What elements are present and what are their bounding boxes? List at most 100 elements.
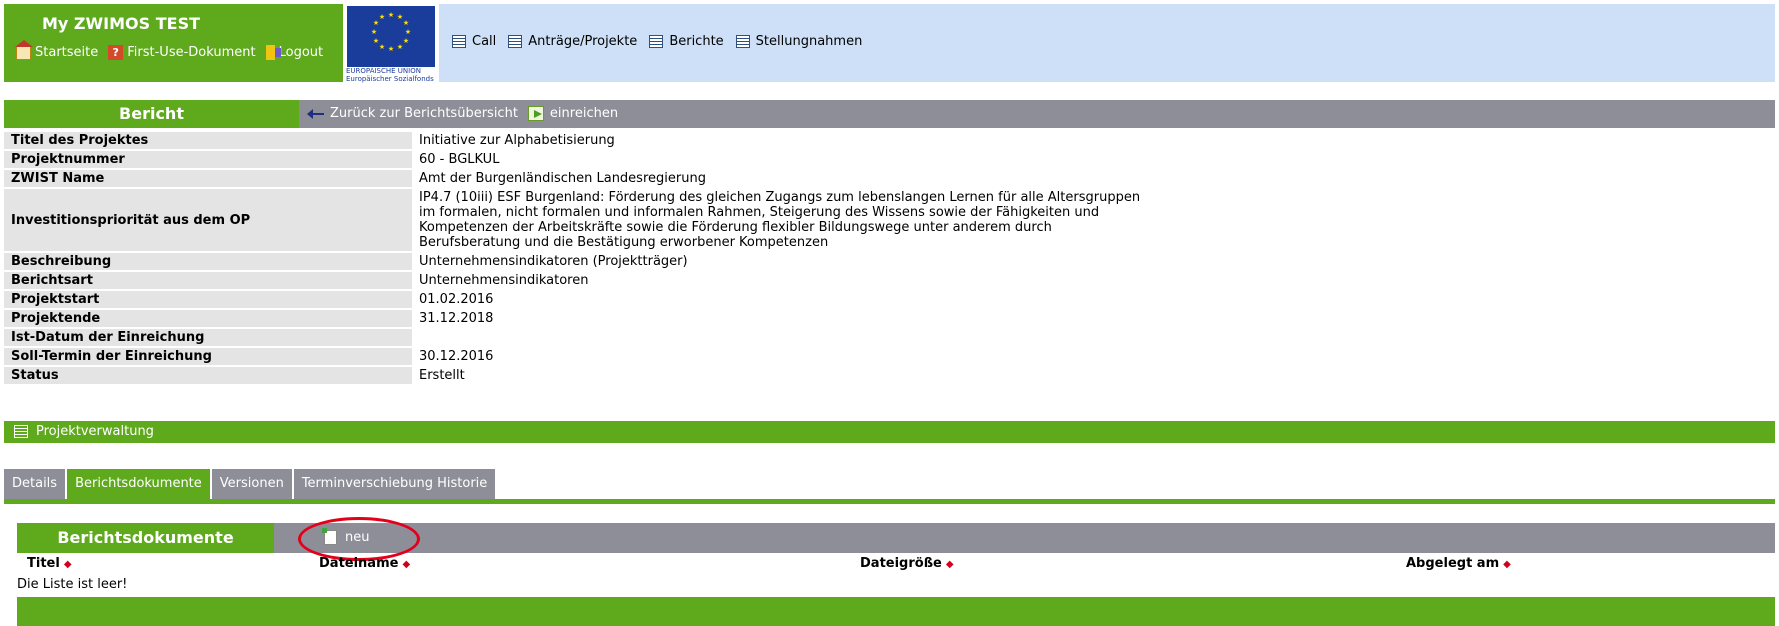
startseite-label: Startseite (35, 45, 99, 60)
svg-text:★: ★ (388, 45, 394, 53)
bericht-actions-bar: Zurück zur Berichtsübersicht einreichen (299, 100, 1775, 128)
info-key: Soll-Termin der Einreichung (4, 348, 412, 365)
menu-item-antraege-label: Anträge/Projekte (528, 34, 638, 49)
menu-item-berichte[interactable]: Berichte (649, 34, 724, 49)
back-label: Zurück zur Berichtsübersicht (330, 106, 518, 121)
info-value: 31.12.2018 (412, 310, 1775, 327)
menu-item-stellungnahmen-label: Stellungnahmen (755, 34, 863, 49)
info-value: IP4.7 (10iii) ESF Burgenland: Förderung … (412, 189, 1775, 251)
info-key: Berichtsart (4, 272, 412, 289)
info-key: Status (4, 367, 412, 384)
svg-text:★: ★ (403, 37, 409, 45)
documents-table-header: Titel ◆ Dateiname ◆ Dateigröße ◆ Abgelegt a… (17, 556, 1775, 574)
info-row: Beschreibung Unternehmensindikatoren (Pr… (4, 253, 1775, 270)
info-key: Projektnummer (4, 151, 412, 168)
tab-versionen[interactable]: Versionen (211, 469, 292, 499)
tab-underline (4, 499, 1775, 504)
svg-text:★: ★ (405, 28, 411, 36)
section-title-bericht: Bericht (4, 100, 299, 128)
info-key: ZWIST Name (4, 170, 412, 187)
submit-icon (527, 106, 544, 121)
info-row: Projektstart 01.02.2016 (4, 291, 1775, 308)
svg-text:★: ★ (397, 43, 403, 51)
info-value (412, 329, 1775, 346)
info-value: 30.12.2016 (412, 348, 1775, 365)
home-icon (15, 40, 33, 60)
info-value: Unternehmensindikatoren (412, 272, 1775, 289)
documents-footer-bar (17, 597, 1775, 626)
logout-link[interactable]: Logout (265, 45, 324, 60)
eu-union-label: EUROPÄISCHE UNION (346, 67, 421, 75)
info-key: Projektstart (4, 291, 412, 308)
submit-report-link[interactable]: einreichen (527, 106, 619, 121)
column-label: Abgelegt am (1406, 556, 1500, 571)
help-icon: ? (108, 45, 124, 60)
info-value: Unternehmensindikatoren (Projektträger) (412, 253, 1775, 270)
column-label: Titel (27, 556, 60, 571)
eu-logo: ★ ★ ★ ★ ★ ★ ★ ★ ★ ★ ★ ★ EUROPÄISCHE UNION Europä… (343, 4, 439, 83)
arrow-left-icon (307, 108, 324, 119)
info-value: 60 - BGLKUL (412, 151, 1775, 168)
svg-text:★: ★ (379, 13, 385, 21)
sort-icon: ◆ (1503, 559, 1511, 570)
eu-flag-icon: ★ ★ ★ ★ ★ ★ ★ ★ ★ ★ ★ ★ (347, 6, 435, 67)
app-title: My ZWIMOS TEST (41, 14, 201, 33)
svg-text:★: ★ (388, 11, 394, 19)
list-icon (508, 35, 523, 48)
info-row: Investitionspriorität aus dem OP IP4.7 (… (4, 189, 1775, 251)
info-row: Ist-Datum der Einreichung (4, 329, 1775, 346)
svg-text:★: ★ (371, 28, 377, 36)
menu-item-call[interactable]: Call (452, 34, 496, 49)
info-row: Status Erstellt (4, 367, 1775, 384)
startseite-link[interactable]: Startseite (15, 40, 99, 60)
sort-icon: ◆ (945, 559, 954, 570)
list-icon (14, 425, 28, 438)
documents-section-title: Berichtsdokumente (17, 523, 274, 553)
info-value: Initiative zur Alphabetisierung (412, 132, 1775, 149)
menu-item-berichte-label: Berichte (669, 34, 724, 49)
info-key: Investitionspriorität aus dem OP (4, 189, 412, 251)
info-row: Soll-Termin der Einreichung 30.12.2016 (4, 348, 1775, 365)
info-value: Erstellt (412, 367, 1775, 384)
tab-terminverschiebung-historie[interactable]: Terminverschiebung Historie (293, 469, 496, 499)
sort-icon: ◆ (63, 559, 72, 570)
logout-icon (265, 45, 281, 60)
column-header-abgelegt-am[interactable]: Abgelegt am ◆ (1406, 556, 1511, 571)
info-row: Berichtsart Unternehmensindikatoren (4, 272, 1775, 289)
info-row: Projektende 31.12.2018 (4, 310, 1775, 327)
svg-text:★: ★ (403, 19, 409, 27)
back-to-report-overview-link[interactable]: Zurück zur Berichtsübersicht (307, 106, 518, 121)
column-header-dateigroesse[interactable]: Dateigröße ◆ (860, 556, 954, 571)
info-value: 01.02.2016 (412, 291, 1775, 308)
list-icon (649, 35, 664, 48)
eu-fund-label: Europäischer Sozialfonds (346, 75, 434, 83)
first-use-document-label: First-Use-Dokument (127, 45, 256, 60)
empty-list-message: Die Liste ist leer! (17, 577, 128, 592)
info-key: Projektende (4, 310, 412, 327)
tab-details[interactable]: Details (4, 469, 66, 499)
column-label: Dateiname (319, 556, 399, 571)
main-menu-bar: Call Anträge/Projekte Berichte Stellungn… (439, 4, 1775, 82)
eu-logo-text: EUROPÄISCHE UNION Europäischer Sozialfon… (346, 67, 434, 83)
svg-text:★: ★ (379, 43, 385, 51)
documents-actions-bar: neu (274, 523, 1775, 553)
highlight-circle (298, 517, 420, 561)
first-use-document-link[interactable]: ? First-Use-Dokument (108, 45, 256, 60)
projektverwaltung-label: Projektverwaltung (36, 424, 154, 439)
info-row: Projektnummer 60 - BGLKUL (4, 151, 1775, 168)
report-info-table: Titel des Projektes Initiative zur Alpha… (4, 130, 1775, 386)
column-header-dateiname[interactable]: Dateiname ◆ (319, 556, 410, 571)
app-header-brand: My ZWIMOS TEST Startseite ? First-Use-Do… (4, 4, 343, 82)
logout-label: Logout (278, 45, 324, 60)
column-label: Dateigröße (860, 556, 942, 571)
projektverwaltung-link[interactable]: Projektverwaltung (14, 424, 154, 439)
submit-label: einreichen (549, 106, 619, 121)
sort-icon: ◆ (402, 559, 411, 570)
projektverwaltung-bar: Projektverwaltung (4, 421, 1775, 443)
menu-item-stellungnahmen[interactable]: Stellungnahmen (735, 34, 863, 49)
tab-berichtsdokumente[interactable]: Berichtsdokumente (67, 469, 210, 499)
report-tabs: Details Berichtsdokumente Versionen Term… (4, 469, 497, 499)
list-icon (452, 35, 466, 48)
column-header-titel[interactable]: Titel ◆ (27, 556, 72, 571)
menu-item-antraege-projekte[interactable]: Anträge/Projekte (508, 34, 637, 49)
